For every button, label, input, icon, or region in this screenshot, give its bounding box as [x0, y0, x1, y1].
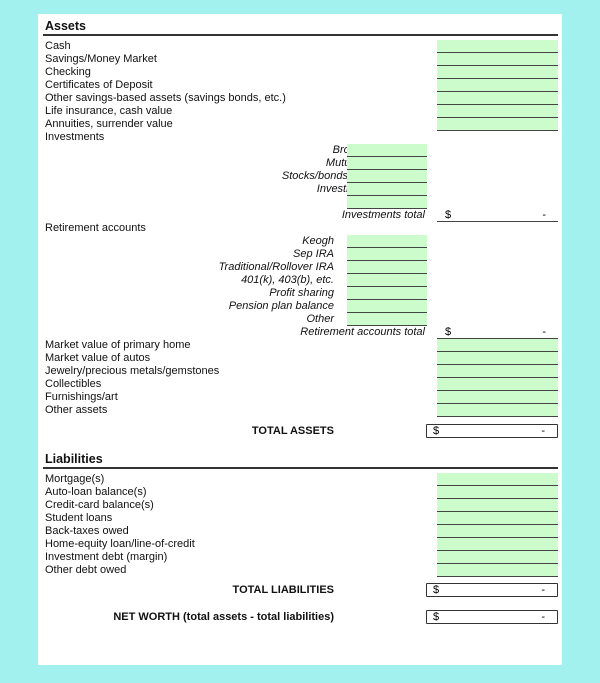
- liability-label: Home-equity loan/line-of-credit: [45, 538, 195, 550]
- liabilities-heading: Liabilities: [45, 452, 103, 466]
- net-worth-box: $ -: [426, 610, 558, 624]
- asset-label: Other savings-based assets (savings bond…: [45, 92, 286, 104]
- liability-label: Credit-card balance(s): [45, 499, 154, 511]
- investment-input[interactable]: [347, 144, 427, 157]
- retirement-label: Other: [306, 313, 334, 325]
- total-liabilities-box: $ -: [426, 583, 558, 597]
- liabilities-rule: [43, 467, 558, 469]
- asset-label: Market value of autos: [45, 352, 151, 364]
- retirement-label: Sep IRA: [293, 248, 334, 260]
- asset-input[interactable]: [437, 404, 558, 417]
- retirement-input[interactable]: [347, 248, 427, 261]
- retirement-input[interactable]: [347, 287, 427, 300]
- asset-label: Life insurance, cash value: [45, 105, 173, 117]
- asset-label: Annuities, surrender value: [45, 118, 173, 130]
- liability-label: Student loans: [45, 512, 113, 524]
- asset-label: Furnishings/art: [45, 391, 118, 403]
- asset-label: Certificates of Deposit: [45, 79, 153, 91]
- liability-label: Back-taxes owed: [45, 525, 129, 537]
- asset-input[interactable]: [437, 92, 558, 105]
- asset-label: Other assets: [45, 404, 108, 416]
- retirement-label: Keogh: [302, 235, 334, 247]
- asset-input[interactable]: [437, 105, 558, 118]
- investments-total: $ -: [437, 209, 558, 222]
- retirement-input[interactable]: [347, 274, 427, 287]
- asset-label: Jewelry/precious metals/gemstones: [45, 365, 220, 377]
- retirement-input[interactable]: [347, 235, 427, 248]
- currency-symbol: $: [445, 209, 452, 221]
- total-value: -: [541, 611, 545, 623]
- asset-input[interactable]: [437, 365, 558, 378]
- asset-input[interactable]: [437, 66, 558, 79]
- asset-label: Collectibles: [45, 378, 102, 390]
- investment-input[interactable]: [347, 196, 427, 209]
- liability-label: Investment debt (margin): [45, 551, 168, 563]
- total-value: -: [542, 209, 546, 221]
- currency-symbol: $: [445, 326, 452, 338]
- liability-input[interactable]: [437, 512, 558, 525]
- liability-input[interactable]: [437, 551, 558, 564]
- retirement-label: Traditional/Rollover IRA: [218, 261, 334, 273]
- investments-label: Investments: [45, 131, 105, 143]
- total-assets-label: TOTAL ASSETS: [251, 425, 334, 437]
- liability-input[interactable]: [437, 499, 558, 512]
- liability-label: Auto-loan balance(s): [45, 486, 147, 498]
- liability-input[interactable]: [437, 486, 558, 499]
- liability-input[interactable]: [437, 564, 558, 577]
- asset-input[interactable]: [437, 53, 558, 66]
- total-value: -: [542, 326, 546, 338]
- liability-input[interactable]: [437, 473, 558, 486]
- retirement-input[interactable]: [347, 261, 427, 274]
- retirement-input[interactable]: [347, 300, 427, 313]
- asset-label: Cash: [45, 40, 71, 52]
- retirement-label: Profit sharing: [269, 287, 334, 299]
- retirement-total-label: Retirement accounts total: [300, 326, 425, 338]
- asset-label: Market value of primary home: [45, 339, 191, 351]
- retirement-label: Retirement accounts: [45, 222, 146, 234]
- currency-symbol: $: [433, 611, 440, 623]
- total-assets-box: $ -: [426, 424, 558, 438]
- asset-input[interactable]: [437, 339, 558, 352]
- retirement-label: Pension plan balance: [228, 300, 334, 312]
- investment-input[interactable]: [347, 157, 427, 170]
- total-value: -: [541, 425, 545, 437]
- retirement-input[interactable]: [347, 313, 427, 326]
- asset-input[interactable]: [437, 352, 558, 365]
- investments-total-label: Investments total: [341, 209, 425, 221]
- total-liabilities-label: TOTAL LIABILITIES: [232, 584, 334, 596]
- liability-input[interactable]: [437, 538, 558, 551]
- liability-input[interactable]: [437, 525, 558, 538]
- asset-input[interactable]: [437, 391, 558, 404]
- assets-rule: [43, 34, 558, 36]
- asset-input[interactable]: [437, 79, 558, 92]
- currency-symbol: $: [433, 584, 440, 596]
- liability-label: Other debt owed: [45, 564, 127, 576]
- net-worth-worksheet: Assets Cash Savings/Money Market Checking Ce…: [38, 14, 562, 665]
- currency-symbol: $: [433, 425, 440, 437]
- asset-input[interactable]: [437, 378, 558, 391]
- investment-input[interactable]: [347, 170, 427, 183]
- retirement-label: 401(k), 403(b), etc.: [241, 274, 334, 286]
- total-value: -: [541, 584, 545, 596]
- asset-label: Savings/Money Market: [45, 53, 157, 65]
- liability-label: Mortgage(s): [45, 473, 105, 485]
- investment-input[interactable]: [347, 183, 427, 196]
- asset-input[interactable]: [437, 118, 558, 131]
- asset-input[interactable]: [437, 40, 558, 53]
- net-worth-label: NET WORTH (total assets - total liabilit…: [113, 611, 334, 623]
- retirement-total: $ -: [437, 326, 558, 339]
- asset-label: Checking: [45, 66, 91, 78]
- assets-heading: Assets: [45, 19, 86, 33]
